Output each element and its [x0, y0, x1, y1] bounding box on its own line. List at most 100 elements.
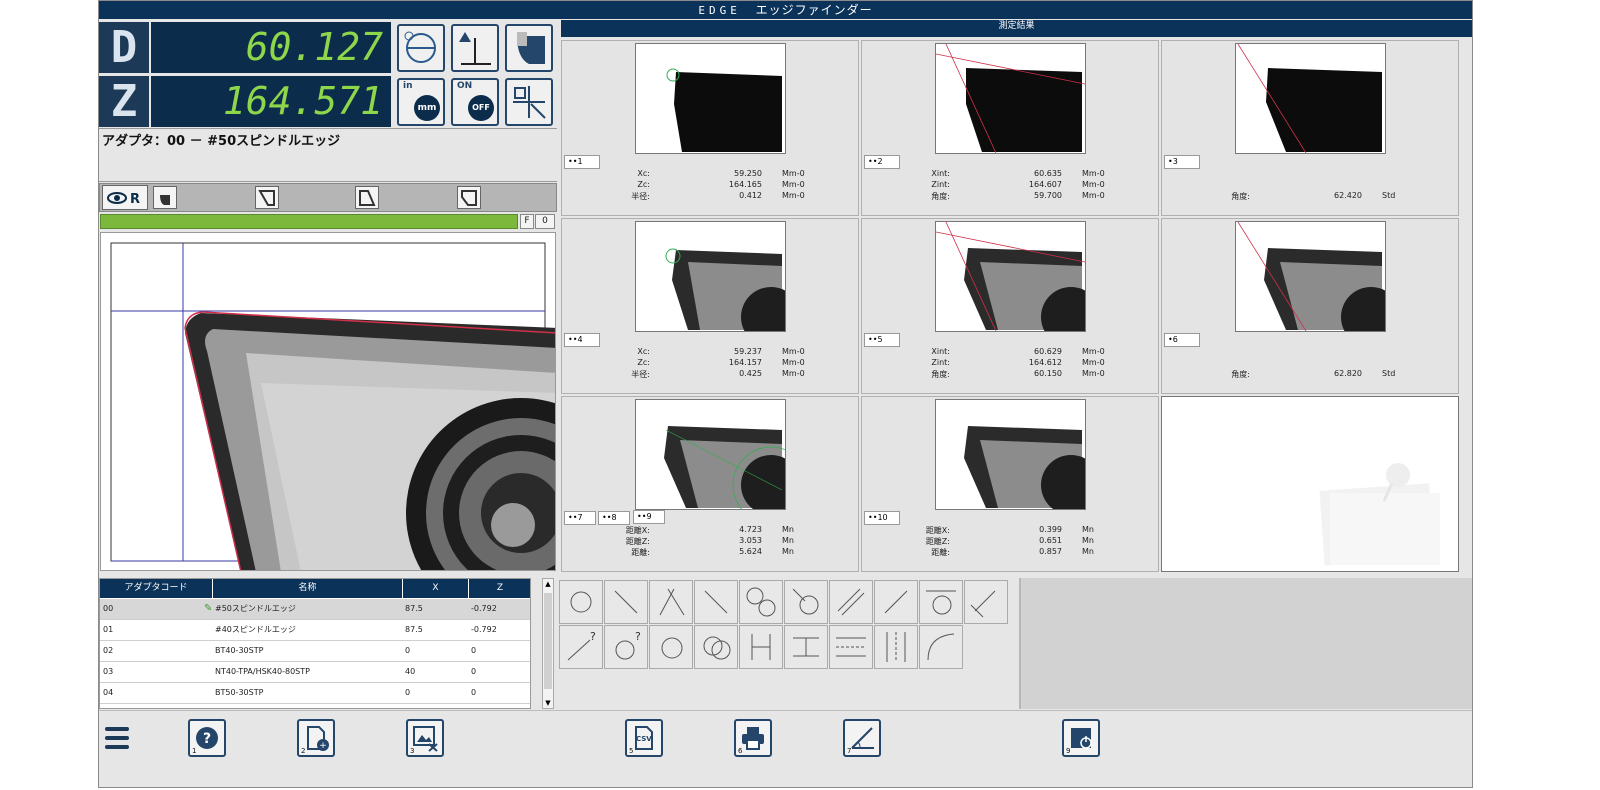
- angle-line-tool[interactable]: [874, 580, 918, 624]
- result-cell-empty[interactable]: [1161, 396, 1459, 572]
- edge-type-round-button[interactable]: [153, 186, 177, 209]
- button-number: 7: [847, 747, 852, 755]
- result-unit: Mm-0: [782, 358, 805, 367]
- unit-mm-button[interactable]: in mm: [397, 78, 445, 126]
- result-label: 距離:: [931, 548, 950, 557]
- result-cell-3[interactable]: •3 角度: 62.420 Std: [1161, 40, 1459, 216]
- svg-text:?: ?: [203, 731, 211, 747]
- crosshair-icon: [513, 86, 546, 119]
- edge-type-left-button[interactable]: [255, 186, 279, 209]
- scroll-thumb[interactable]: [544, 593, 552, 689]
- line-tool[interactable]: [604, 580, 648, 624]
- multi-vertical-tool[interactable]: [874, 625, 918, 669]
- two-circle-icon: [746, 587, 776, 617]
- line-2-tool[interactable]: [694, 580, 738, 624]
- col-header-code[interactable]: アダプタコード: [100, 579, 213, 598]
- result-value: 62.820: [1334, 369, 1362, 378]
- crosshair-button[interactable]: [505, 78, 553, 126]
- tool-view-button[interactable]: [505, 24, 553, 72]
- export-csv-button[interactable]: CSV 5: [625, 719, 663, 757]
- result-unit: Mm-0: [1082, 180, 1105, 189]
- table-row[interactable]: 03 NT40-TPA/HSK40-80STP 40 0: [100, 662, 530, 683]
- intersection-tool[interactable]: [649, 580, 693, 624]
- result-unit: Mm-0: [782, 347, 805, 356]
- result-cell-2[interactable]: ••2 Xint: 60.635 Mm-0 Zint: 164.607 Mm-0…: [861, 40, 1159, 216]
- result-thumbnail: [1235, 43, 1386, 154]
- result-unit: Mm-0: [782, 180, 805, 189]
- table-scrollbar[interactable]: ▲ ▼: [542, 578, 554, 709]
- empty-panel: [1019, 578, 1472, 709]
- arc-tool[interactable]: [919, 580, 963, 624]
- horizontal-distance-icon: [793, 637, 819, 657]
- print-button[interactable]: 6: [734, 719, 772, 757]
- edge-type-chamfer-button[interactable]: [457, 186, 481, 209]
- circle-3pt-tool[interactable]: [559, 580, 603, 624]
- multi-horizontal-tool[interactable]: [829, 625, 873, 669]
- tool-profile-icon: [517, 32, 545, 64]
- result-label: 角度:: [931, 192, 950, 201]
- help-button[interactable]: ? 1: [188, 719, 226, 757]
- adapter-table: アダプタコード 名称 X Z 00 ✎ #50スピンドルエッジ 87.5 -0.…: [99, 578, 531, 709]
- clear-image-button[interactable]: 3: [406, 719, 444, 757]
- result-value: 0.412: [739, 191, 762, 200]
- col-header-x[interactable]: X: [403, 579, 469, 598]
- parallel-tool[interactable]: [829, 580, 873, 624]
- result-cell-5[interactable]: ••5 Xint: 60.629 Mm-0 Zint: 164.612 Mm-0…: [861, 218, 1159, 394]
- result-value: 62.420: [1334, 191, 1362, 200]
- csv-label: CSV: [636, 735, 652, 743]
- app-window: EDGE エッジファインダー D 60.127 Z 164.571 in mm …: [98, 0, 1473, 788]
- result-cell-8[interactable]: ••10 距離X: 0.399 Mn 距離Z: 0.651 Mn 距離: 0.8…: [861, 396, 1159, 572]
- result-unit: Mn: [782, 547, 794, 556]
- auto-detect-button[interactable]: R: [102, 185, 148, 210]
- result-tag: ••1: [564, 155, 600, 169]
- vertical-distance-tool[interactable]: [739, 625, 783, 669]
- circle-tangent-tool[interactable]: [649, 625, 693, 669]
- result-cell-6[interactable]: •6 角度: 62.820 Std: [1161, 218, 1459, 394]
- two-circle-tool[interactable]: [739, 580, 783, 624]
- row-code: 01: [103, 625, 114, 634]
- on-off-toggle[interactable]: ON OFF: [451, 78, 499, 126]
- menu-icon[interactable]: [105, 727, 129, 749]
- button-number: 9: [1066, 747, 1071, 755]
- distance-tool[interactable]: [964, 580, 1008, 624]
- horizontal-distance-tool[interactable]: [784, 625, 828, 669]
- col-header-name[interactable]: 名称: [213, 579, 403, 598]
- result-value: 5.624: [739, 547, 762, 556]
- table-row[interactable]: 01 #40スピンドルエッジ 87.5 -0.792: [100, 620, 530, 641]
- svg-text:?: ?: [590, 630, 596, 643]
- power-button[interactable]: 9: [1062, 719, 1100, 757]
- table-row[interactable]: 04 BT50-30STP 0 0: [100, 683, 530, 704]
- scroll-up-icon[interactable]: ▲: [544, 580, 552, 588]
- result-label: Xint:: [931, 347, 950, 356]
- new-file-button[interactable]: + 2: [297, 719, 335, 757]
- auto-circle-tool[interactable]: ?: [604, 625, 648, 669]
- auto-line-tool[interactable]: ?: [559, 625, 603, 669]
- circle-line-tool[interactable]: [784, 580, 828, 624]
- result-cell-7[interactable]: ••7 ••8 ••9 距離X: 4.723 Mn 距離Z: 3.053 Mn …: [561, 396, 859, 572]
- diameter-mode-button[interactable]: [397, 24, 445, 72]
- result-cell-1[interactable]: ••1 Xc: 59.250 Mm-0 Zc: 164.165 Mm-0 半径:…: [561, 40, 859, 216]
- profile-tool[interactable]: [919, 625, 963, 669]
- result-cell-4[interactable]: ••4 Xc: 59.237 Mm-0 Zc: 164.157 Mm-0 半径:…: [561, 218, 859, 394]
- edge-type-right-button[interactable]: [355, 186, 379, 209]
- table-row[interactable]: 00 ✎ #50スピンドルエッジ 87.5 -0.792: [100, 599, 530, 620]
- row-name: #50スピンドルエッジ: [215, 604, 296, 613]
- scroll-down-icon[interactable]: ▼: [544, 699, 552, 707]
- table-row[interactable]: 02 BT40-30STP 0 0: [100, 641, 530, 662]
- result-tag: ••5: [864, 333, 900, 347]
- result-label: 距離X:: [625, 526, 650, 535]
- row-name: BT50-30STP: [215, 688, 264, 697]
- origin-axis-button[interactable]: [451, 24, 499, 72]
- result-unit: Mn: [782, 525, 794, 534]
- result-value: 164.165: [728, 180, 762, 189]
- edge-type-toolbar: R: [99, 183, 557, 212]
- measurement-tools: ? ?: [557, 578, 1017, 709]
- result-tag-3: ••9: [633, 510, 665, 524]
- col-header-z[interactable]: Z: [469, 579, 530, 598]
- angle-button[interactable]: 7: [843, 719, 881, 757]
- left-edge-icon: [258, 190, 275, 206]
- result-thumbnail: [935, 43, 1086, 154]
- double-circle-tool[interactable]: [694, 625, 738, 669]
- live-camera-view[interactable]: [100, 232, 556, 571]
- profile-icon: [927, 633, 955, 661]
